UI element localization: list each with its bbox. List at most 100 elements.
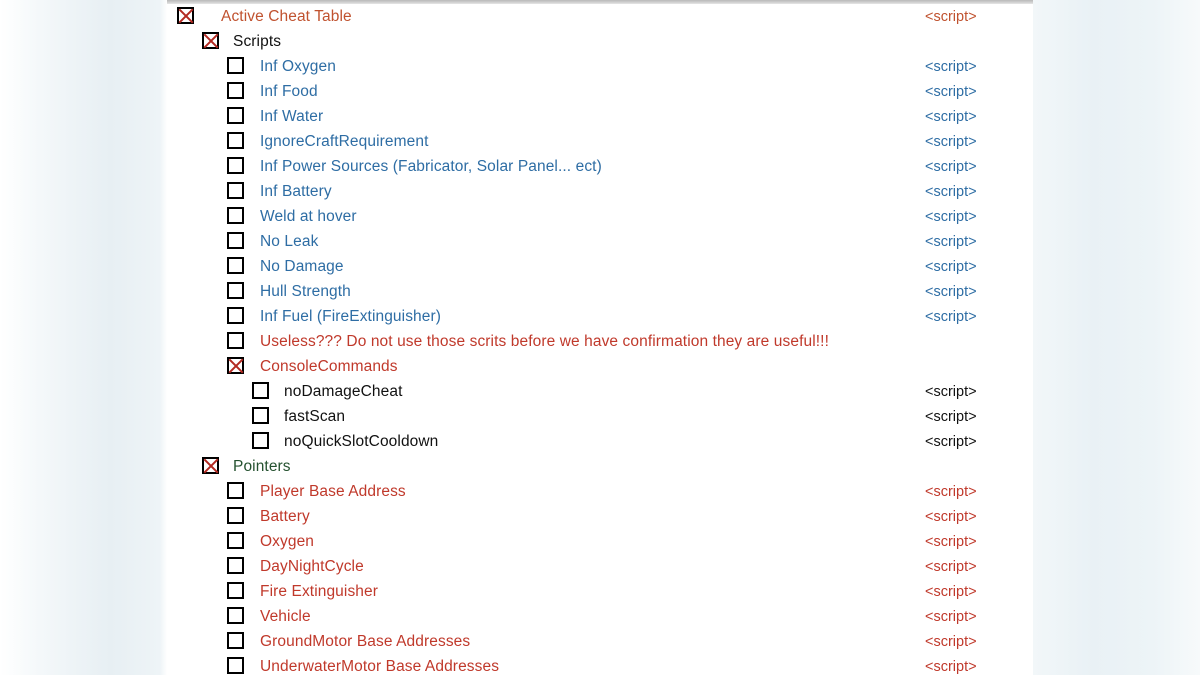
tree-row[interactable]: ConsoleCommands xyxy=(167,354,1033,379)
tree-row[interactable]: noDamageCheat <script> xyxy=(167,379,1033,404)
tree-row[interactable]: GroundMotor Base Addresses <script> xyxy=(167,629,1033,654)
tree-row[interactable]: Hull Strength <script> xyxy=(167,279,1033,304)
script-link[interactable]: <script> xyxy=(925,655,977,675)
tree-row[interactable]: No Damage <script> xyxy=(167,254,1033,279)
tree-row[interactable]: DayNightCycle <script> xyxy=(167,554,1033,579)
tree-row-label[interactable]: Hull Strength xyxy=(260,279,351,304)
tree-row[interactable]: Inf Water <script> xyxy=(167,104,1033,129)
checkbox-checked-icon[interactable] xyxy=(202,32,219,49)
script-link[interactable]: <script> xyxy=(925,530,977,555)
script-link[interactable]: <script> xyxy=(925,405,977,430)
checkbox-unchecked-icon[interactable] xyxy=(227,107,244,124)
tree-row[interactable]: Inf Battery <script> xyxy=(167,179,1033,204)
tree-row-label[interactable]: Pointers xyxy=(233,454,291,479)
checkbox-unchecked-icon[interactable] xyxy=(227,582,244,599)
tree-row-label[interactable]: fastScan xyxy=(284,404,345,429)
checkbox-unchecked-icon[interactable] xyxy=(227,532,244,549)
tree-row-label[interactable]: ConsoleCommands xyxy=(260,354,398,379)
script-link[interactable]: <script> xyxy=(925,605,977,630)
tree-row[interactable]: Player Base Address <script> xyxy=(167,479,1033,504)
tree-row-label[interactable]: Useless??? Do not use those scrits befor… xyxy=(260,329,829,354)
tree-row[interactable]: Inf Oxygen <script> xyxy=(167,54,1033,79)
script-link[interactable]: <script> xyxy=(925,130,977,155)
tree-row-label[interactable]: Battery xyxy=(260,504,310,529)
script-link[interactable]: <script> xyxy=(925,105,977,130)
script-link[interactable]: <script> xyxy=(925,155,977,180)
checkbox-checked-icon[interactable] xyxy=(202,457,219,474)
checkbox-unchecked-icon[interactable] xyxy=(252,407,269,424)
tree-row-label[interactable]: Inf Fuel (FireExtinguisher) xyxy=(260,304,441,329)
checkbox-unchecked-icon[interactable] xyxy=(227,307,244,324)
tree-row-label[interactable]: Fire Extinguisher xyxy=(260,579,378,604)
tree-row-label[interactable]: Inf Food xyxy=(260,79,318,104)
tree-row[interactable]: fastScan <script> xyxy=(167,404,1033,429)
checkbox-unchecked-icon[interactable] xyxy=(227,607,244,624)
tree-row[interactable]: Pointers xyxy=(167,454,1033,479)
tree-row-label[interactable]: noDamageCheat xyxy=(284,379,403,404)
tree-row[interactable]: Useless??? Do not use those scrits befor… xyxy=(167,329,1033,354)
tree-row[interactable]: Fire Extinguisher <script> xyxy=(167,579,1033,604)
script-link[interactable]: <script> xyxy=(925,305,977,330)
tree-row[interactable]: Active Cheat Table <script> xyxy=(167,4,1033,29)
script-link[interactable]: <script> xyxy=(925,180,977,205)
tree-row-label[interactable]: Weld at hover xyxy=(260,204,357,229)
tree-row-label[interactable]: GroundMotor Base Addresses xyxy=(260,629,470,654)
script-link[interactable]: <script> xyxy=(925,555,977,580)
checkbox-unchecked-icon[interactable] xyxy=(227,232,244,249)
tree-row[interactable]: Inf Fuel (FireExtinguisher) <script> xyxy=(167,304,1033,329)
checkbox-unchecked-icon[interactable] xyxy=(227,157,244,174)
checkbox-unchecked-icon[interactable] xyxy=(252,382,269,399)
script-link[interactable]: <script> xyxy=(925,630,977,655)
tree-row-label[interactable]: No Damage xyxy=(260,254,344,279)
script-link[interactable]: <script> xyxy=(925,280,977,305)
tree-row-label[interactable]: Player Base Address xyxy=(260,479,406,504)
tree-row-label[interactable]: Scripts xyxy=(233,29,281,54)
checkbox-unchecked-icon[interactable] xyxy=(227,57,244,74)
tree-row[interactable]: Oxygen <script> xyxy=(167,529,1033,554)
tree-row-label[interactable]: Inf Water xyxy=(260,104,323,129)
script-link[interactable]: <script> xyxy=(925,80,977,105)
tree-row-label[interactable]: Active Cheat Table xyxy=(221,4,352,29)
checkbox-unchecked-icon[interactable] xyxy=(227,182,244,199)
checkbox-unchecked-icon[interactable] xyxy=(227,507,244,524)
checkbox-checked-icon[interactable] xyxy=(177,7,194,24)
script-link[interactable]: <script> xyxy=(925,480,977,505)
script-link[interactable]: <script> xyxy=(925,5,977,30)
checkbox-unchecked-icon[interactable] xyxy=(227,632,244,649)
tree-row-label[interactable]: Inf Oxygen xyxy=(260,54,336,79)
script-link[interactable]: <script> xyxy=(925,505,977,530)
tree-row[interactable]: noQuickSlotCooldown <script> xyxy=(167,429,1033,454)
tree-row-label[interactable]: No Leak xyxy=(260,229,318,254)
tree-row-label[interactable]: UnderwaterMotor Base Addresses xyxy=(260,654,499,675)
tree-row[interactable]: Battery <script> xyxy=(167,504,1033,529)
checkbox-unchecked-icon[interactable] xyxy=(252,432,269,449)
checkbox-checked-icon[interactable] xyxy=(227,357,244,374)
tree-row[interactable]: Inf Food <script> xyxy=(167,79,1033,104)
script-link[interactable]: <script> xyxy=(925,580,977,605)
checkbox-unchecked-icon[interactable] xyxy=(227,207,244,224)
script-link[interactable]: <script> xyxy=(925,55,977,80)
tree-row[interactable]: Inf Power Sources (Fabricator, Solar Pan… xyxy=(167,154,1033,179)
tree-row[interactable]: Weld at hover <script> xyxy=(167,204,1033,229)
script-link[interactable]: <script> xyxy=(925,230,977,255)
checkbox-unchecked-icon[interactable] xyxy=(227,282,244,299)
tree-row-label[interactable]: Vehicle xyxy=(260,604,311,629)
script-link[interactable]: <script> xyxy=(925,255,977,280)
script-link[interactable]: <script> xyxy=(925,205,977,230)
checkbox-unchecked-icon[interactable] xyxy=(227,132,244,149)
checkbox-unchecked-icon[interactable] xyxy=(227,257,244,274)
tree-row[interactable]: Vehicle <script> xyxy=(167,604,1033,629)
checkbox-unchecked-icon[interactable] xyxy=(227,657,244,674)
tree-row-label[interactable]: IgnoreCraftRequirement xyxy=(260,129,428,154)
script-link[interactable]: <script> xyxy=(925,430,977,455)
checkbox-unchecked-icon[interactable] xyxy=(227,332,244,349)
tree-row-label[interactable]: Inf Power Sources (Fabricator, Solar Pan… xyxy=(260,154,602,179)
checkbox-unchecked-icon[interactable] xyxy=(227,557,244,574)
tree-row[interactable]: Scripts xyxy=(167,29,1033,54)
tree-row[interactable]: IgnoreCraftRequirement <script> xyxy=(167,129,1033,154)
tree-row-label[interactable]: Inf Battery xyxy=(260,179,332,204)
tree-row[interactable]: No Leak <script> xyxy=(167,229,1033,254)
tree-row[interactable]: UnderwaterMotor Base Addresses <script> xyxy=(167,654,1033,675)
tree-row-label[interactable]: noQuickSlotCooldown xyxy=(284,429,438,454)
script-link[interactable]: <script> xyxy=(925,380,977,405)
